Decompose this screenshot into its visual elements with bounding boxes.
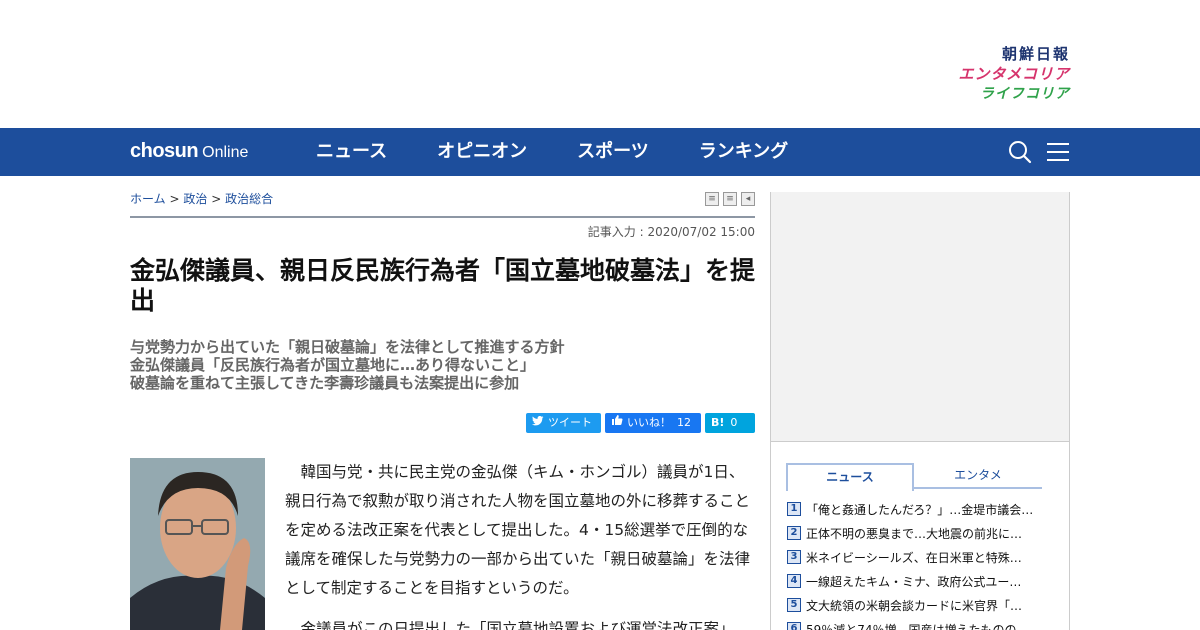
nav-item-opinion[interactable]: オピニオン (437, 128, 527, 176)
subhead-line: 与党勢力から出ていた「親日破墓論」を法律として推進する方針 (130, 338, 565, 356)
like-label: いいね！ (627, 416, 671, 429)
sister-site-links: 朝鮮日報 エンタメコリア ライフコリア (958, 44, 1070, 104)
back-arrow-icon[interactable]: ◂ (741, 192, 755, 206)
nav-item-sports[interactable]: スポーツ (577, 128, 649, 176)
article-headline: 金弘傑議員、親日反民族行為者「国立墓地破墓法」を提出 (130, 256, 756, 315)
rank-number: 5 (787, 598, 801, 612)
breadcrumb-separator: > (211, 192, 222, 206)
header-divider (130, 216, 755, 218)
article-paragraph: 金議員がこの日提出した「国立墓地設置および運営法改正案」 (300, 620, 735, 630)
chosun-ilbo-link[interactable]: 朝鮮日報 (958, 44, 1070, 64)
rank-title[interactable]: 一線超えたキム・ミナ、政府公式ユー… (806, 573, 1046, 590)
list-item[interactable]: 1 「俺と姦通したんだろ？」…金堤市議会… (787, 497, 1057, 521)
rank-title[interactable]: 59％減と74％増…国産は増えたものの… (806, 621, 1046, 630)
nav-item-ranking[interactable]: ランキング (699, 128, 788, 176)
facebook-like-button[interactable]: いいね！ 12 (605, 413, 701, 433)
rank-number: 1 (787, 502, 801, 516)
print-icon[interactable]: ≡ (705, 192, 719, 206)
subhead-line: 破墓論を重ねて主張してきた李壽珍議員も法案提出に参加 (130, 374, 520, 392)
list-item[interactable]: 4 一線超えたキム・ミナ、政府公式ユー… (787, 569, 1057, 593)
tweet-label: ツイート (548, 416, 592, 429)
tweet-button[interactable]: ツイート (526, 413, 601, 433)
list-item[interactable]: 3 米ネイビーシールズ、在日米軍と特殊… (787, 545, 1057, 569)
entame-korea-link[interactable]: エンタメコリア (958, 64, 1070, 84)
tab-news[interactable]: ニュース (786, 463, 914, 491)
list-item[interactable]: 5 文大統領の米朝会談カードに米官界「… (787, 593, 1057, 617)
article-paragraph: 韓国与党・共に民主党の金弘傑（キム・ホンゴル）議員が1日、親日行為で叙勲が取り消… (285, 463, 751, 597)
article-subheads: 与党勢力から出ていた「親日破墓論」を法律として推進する方針 金弘傑議員「反民族行… (130, 338, 755, 392)
article-photo (130, 458, 265, 630)
nav-item-news[interactable]: ニュース (316, 128, 387, 176)
rank-number: 2 (787, 526, 801, 540)
logo-bold-text: chosun (130, 140, 199, 162)
rank-title[interactable]: 正体不明の悪臭まで…大地震の前兆に… (806, 525, 1046, 542)
main-navbar: chosun Online ニュース オピニオン スポーツ ランキング (0, 128, 1200, 176)
chosun-online-logo[interactable]: chosun Online (130, 140, 248, 163)
ranking-tabs: ニュース エンタメ (786, 463, 1042, 491)
hatena-bookmark-button[interactable]: B! 0 (705, 413, 755, 433)
ad-slot (771, 192, 1069, 442)
twitter-bird-icon (532, 413, 544, 433)
nav-icons (1008, 140, 1070, 164)
subhead-line: 金弘傑議員「反民族行為者が国立墓地に…あり得ないこと」 (130, 356, 536, 374)
thumbs-up-icon (611, 413, 623, 433)
document-icon[interactable]: ≡ (723, 192, 737, 206)
nav-menu: ニュース オピニオン スポーツ ランキング (316, 128, 838, 176)
brand-header: 朝鮮日報 エンタメコリア ライフコリア (0, 0, 1200, 128)
rank-title[interactable]: 米ネイビーシールズ、在日米軍と特殊… (806, 549, 1046, 566)
ranking-list: 1 「俺と姦通したんだろ？」…金堤市議会… 2 正体不明の悪臭まで…大地震の前兆… (787, 497, 1057, 630)
rank-number: 4 (787, 574, 801, 588)
breadcrumb-section[interactable]: 政治 (183, 192, 207, 206)
rank-number: 6 (787, 622, 801, 630)
rank-title[interactable]: 「俺と姦通したんだろ？」…金堤市議会… (806, 501, 1046, 518)
breadcrumb-separator: > (169, 192, 180, 206)
list-item[interactable]: 2 正体不明の悪臭まで…大地震の前兆に… (787, 521, 1057, 545)
life-korea-link[interactable]: ライフコリア (958, 84, 1070, 104)
logo-light-text: Online (202, 144, 249, 161)
rank-title[interactable]: 文大統領の米朝会談カードに米官界「… (806, 597, 1046, 614)
list-item[interactable]: 6 59％減と74％増…国産は増えたものの… (787, 617, 1057, 630)
search-icon[interactable] (1008, 140, 1032, 164)
rank-number: 3 (787, 550, 801, 564)
article-date: 記事入力 : 2020/07/02 15:00 (587, 225, 755, 239)
breadcrumb: ホーム > 政治 > 政治総合 (130, 190, 273, 207)
breadcrumb-home[interactable]: ホーム (130, 192, 166, 206)
article-tools: ≡ ≡ ◂ (701, 192, 755, 206)
breadcrumb-subsection[interactable]: 政治総合 (225, 192, 273, 206)
tab-entame[interactable]: エンタメ (914, 463, 1042, 487)
like-count: 12 (677, 416, 691, 429)
article-body: 韓国与党・共に民主党の金弘傑（キム・ホンゴル）議員が1日、親日行為で叙勲が取り消… (285, 458, 755, 630)
hatena-count: 0 (730, 416, 738, 429)
share-buttons: ツイート いいね！ 12 B! 0 (522, 413, 755, 433)
hamburger-menu-icon[interactable] (1046, 140, 1070, 164)
sidebar: ニュース エンタメ 1 「俺と姦通したんだろ？」…金堤市議会… 2 正体不明の悪… (770, 192, 1070, 630)
hatena-label: B! (711, 416, 725, 429)
